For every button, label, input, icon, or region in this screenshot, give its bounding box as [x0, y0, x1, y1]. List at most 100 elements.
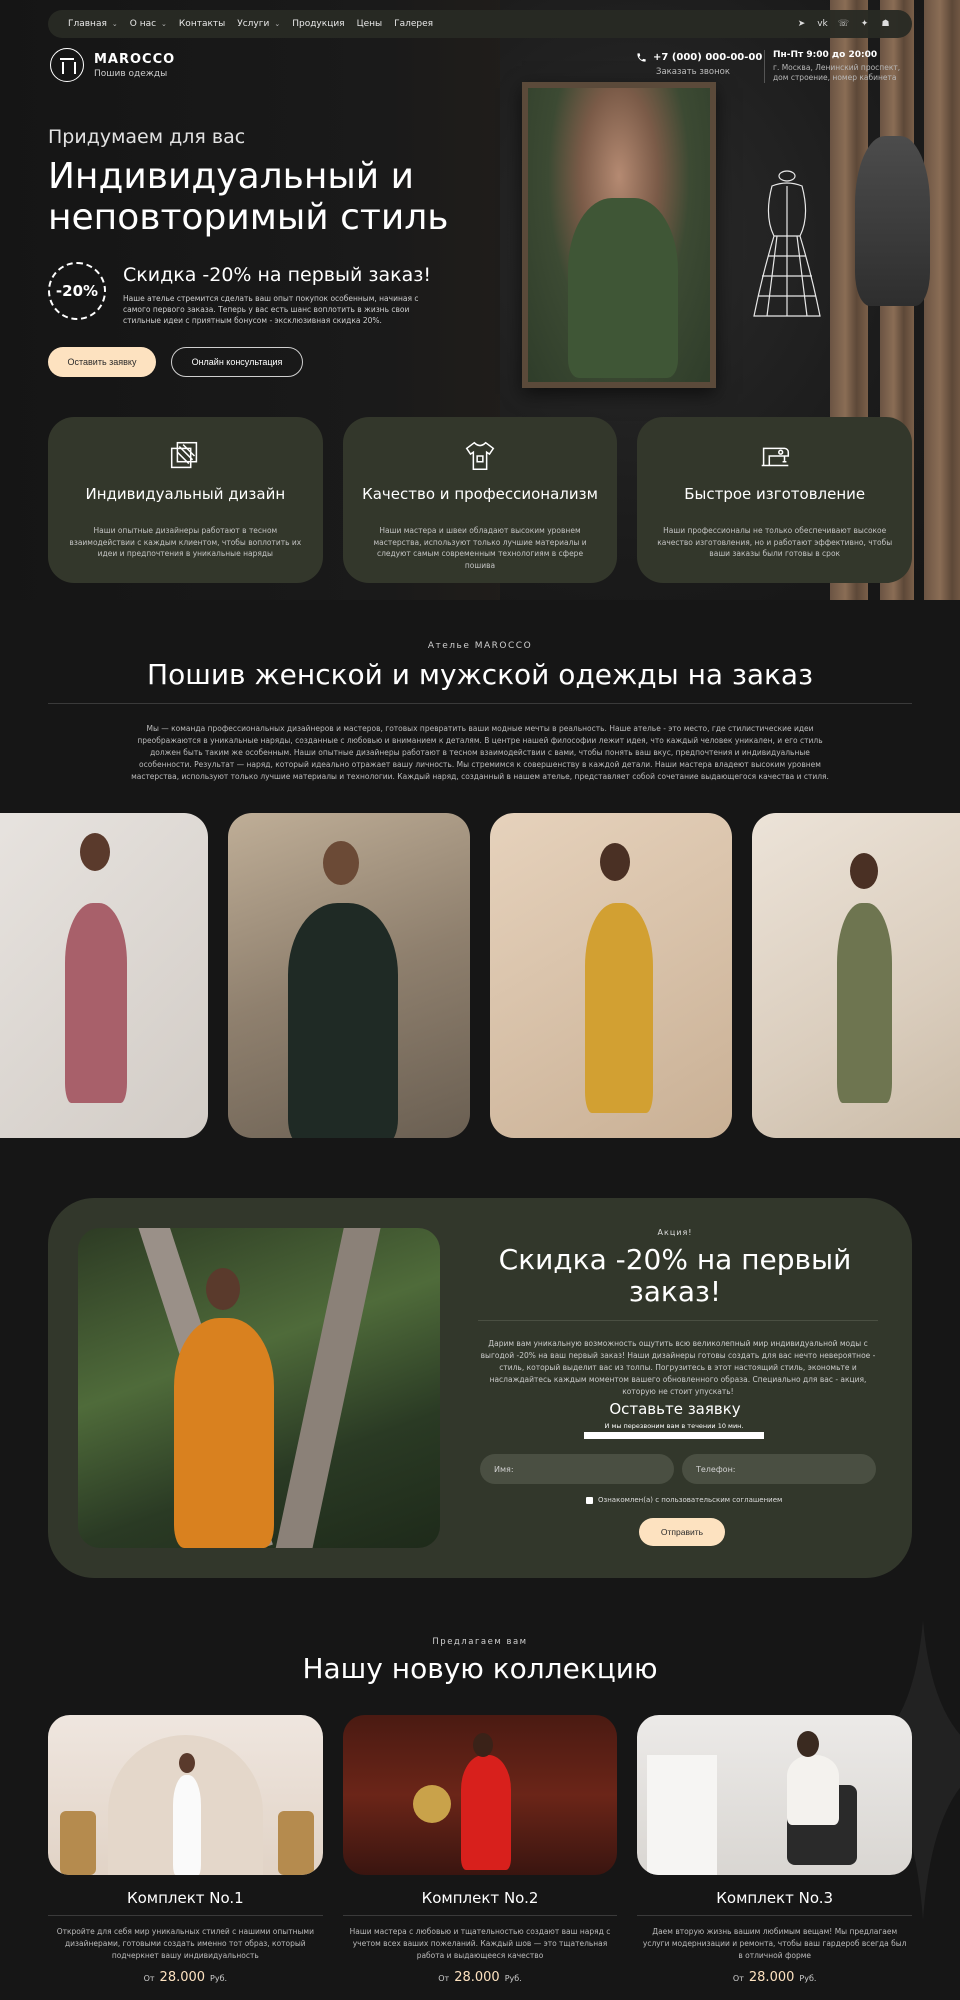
gallery-image[interactable] — [752, 813, 960, 1138]
nav-item-label: Цены — [356, 19, 383, 29]
checkbox-box[interactable] — [586, 1496, 593, 1504]
product-price: От 28.000 Руб. — [637, 1970, 912, 1985]
promo-text: Дарим вам уникальную возможность ощутить… — [480, 1339, 876, 1396]
nav-item-label: Главная — [68, 19, 107, 29]
main-nav: Главная ⌄ О нас ⌄ Контакты Услуги ⌄ Продукция Це… — [68, 19, 433, 29]
logo[interactable]: MAROCCO Пошив одежды — [50, 48, 175, 82]
callback-link[interactable]: Заказать звонок — [656, 67, 762, 77]
nav-item[interactable]: Контакты — [179, 19, 225, 29]
about-title: Пошив женской и мужской одежды на заказ — [147, 658, 813, 691]
whatsapp-icon[interactable]: ☏ — [837, 18, 850, 31]
feature-title: Быстрое изготовление — [684, 485, 866, 503]
collection-pretitle: Предлагаем вам — [432, 1637, 528, 1647]
gallery-image[interactable] — [490, 813, 732, 1138]
about-pretitle: Ателье MAROCCO — [427, 641, 533, 651]
price-value: 28.000 — [159, 1970, 206, 1985]
telegram-icon[interactable]: ➤ — [795, 18, 808, 31]
leave-request-button[interactable]: Оставить заявку — [48, 347, 156, 377]
product-image[interactable] — [48, 1715, 323, 1875]
gallery — [0, 813, 960, 1138]
working-hours: Пн-Пт 9:00 до 20:00 — [773, 50, 878, 60]
phone-link[interactable]: +7 (000) 000-00-00 — [636, 52, 762, 63]
hero-framed-photo — [522, 82, 716, 388]
price-prefix: От — [438, 1974, 450, 1983]
about-text: Мы — команда профессиональных дизайнеров… — [131, 724, 829, 781]
hero-pretitle: Придумаем для вас — [48, 126, 246, 148]
nav-item[interactable]: О нас ⌄ — [130, 19, 167, 29]
price-currency: Руб. — [799, 1974, 817, 1983]
online-consultation-button[interactable]: Онлайн консультация — [171, 347, 303, 377]
product-card[interactable]: Комплект No.2 Наши мастера с любовью и т… — [342, 1715, 618, 1985]
form-title: Оставьте заявку — [609, 1400, 741, 1418]
feature-text: Наши мастера и швеи обладают высоким уро… — [373, 526, 587, 570]
nav-item[interactable]: Галерея — [394, 19, 433, 29]
promo-section: Акция! Скидка -20% на первый заказ! Дари… — [48, 1198, 912, 1578]
logo-mark-icon — [50, 48, 84, 82]
divider — [478, 1320, 878, 1321]
address: г. Москва, Ленинский проспект, дом строе… — [773, 63, 901, 82]
price-prefix: От — [143, 1974, 155, 1983]
collection-title: Нашу новую коллекцию — [302, 1652, 658, 1685]
promo-label: Акция! — [657, 1228, 693, 1237]
phone-icon — [637, 53, 646, 62]
product-price: От 28.000 Руб. — [48, 1970, 323, 1985]
name-input[interactable] — [480, 1454, 674, 1484]
feature-card: Быстрое изготовление Наши профессионалы … — [637, 417, 913, 583]
chevron-down-icon: ⌄ — [274, 20, 281, 28]
feature-title: Качество и профессионализм — [362, 485, 598, 503]
wire-mannequin-image — [753, 170, 821, 317]
product-text: Даем вторую жизнь вашим любимым вещам! М… — [642, 1927, 907, 1960]
nav-item[interactable]: Цены — [357, 19, 383, 29]
hero-promo-title: Скидка -20% на первый заказ! — [123, 264, 431, 286]
feature-title: Индивидуальный дизайн — [85, 485, 286, 503]
feature-card: Качество и профессионализм Наши мастера … — [342, 417, 618, 583]
top-navigation-bar: Главная ⌄ О нас ⌄ Контакты Услуги ⌄ Продукция Це… — [48, 10, 912, 38]
nav-item-label: Контакты — [178, 19, 226, 29]
product-image[interactable] — [637, 1715, 913, 1875]
promo-title: Скидка -20% на первый заказ! — [498, 1243, 852, 1309]
twitter-icon[interactable]: ✦ — [858, 18, 871, 31]
product-text: Наши мастера с любовью и тщательностью с… — [349, 1927, 611, 1960]
sewing-machine-icon — [761, 447, 789, 467]
divider — [48, 703, 912, 704]
product-image[interactable] — [342, 1715, 618, 1875]
snapchat-icon[interactable]: ☗ — [879, 18, 892, 31]
brand-tagline: Пошив одежды — [94, 68, 168, 79]
agreement-checkbox[interactable]: Ознакомлен(а) с пользовательским соглаше… — [586, 1496, 782, 1504]
discount-badge: -20% — [48, 262, 106, 320]
submit-button[interactable]: Отправить — [639, 1518, 725, 1546]
social-links: ➤ vk ☏ ✦ ☗ — [795, 18, 892, 31]
product-card[interactable]: Комплект No.3 Даем вторую жизнь вашим лю… — [637, 1715, 913, 1985]
phone-number: +7 (000) 000-00-00 — [653, 52, 763, 63]
product-card[interactable]: Комплект No.1 Откройте для себя мир уник… — [48, 1715, 323, 1985]
vk-icon[interactable]: vk — [816, 18, 829, 31]
gallery-image[interactable] — [228, 813, 470, 1138]
hero-promo-text: Наше ателье стремится сделать ваш опыт п… — [123, 294, 419, 325]
nav-item-label: Продукция — [292, 19, 345, 29]
product-name: Комплект No.2 — [421, 1889, 539, 1907]
price-value: 28.000 — [748, 1970, 795, 1985]
gallery-image[interactable] — [0, 813, 208, 1138]
product-name: Комплект No.3 — [716, 1889, 834, 1907]
chevron-down-icon: ⌄ — [111, 20, 118, 28]
nav-item[interactable]: Продукция — [292, 19, 344, 29]
phone-input[interactable] — [682, 1454, 876, 1484]
price-currency: Руб. — [504, 1974, 522, 1983]
divider — [637, 1915, 913, 1916]
features-section: Индивидуальный дизайн Наши опытные дизай… — [48, 417, 913, 583]
contact-block: +7 (000) 000-00-00 Заказать звонок — [636, 52, 762, 77]
agreement-label: Ознакомлен(а) с пользовательским соглаше… — [598, 1496, 783, 1504]
chevron-down-icon: ⌄ — [161, 20, 167, 28]
product-price: От 28.000 Руб. — [343, 1970, 618, 1985]
price-prefix: От — [732, 1974, 744, 1983]
nav-item[interactable]: Главная ⌄ — [68, 19, 118, 29]
fabric-icon — [171, 441, 198, 469]
wood-panel — [924, 0, 960, 600]
price-currency: Руб. — [210, 1974, 228, 1983]
hero-title: Индивидуальный и неповторимый стиль — [48, 156, 449, 239]
shirt-icon — [465, 441, 495, 471]
promo-image — [78, 1228, 440, 1548]
price-value: 28.000 — [454, 1970, 500, 1985]
form-highlight-bar — [584, 1432, 764, 1439]
nav-item[interactable]: Услуги ⌄ — [237, 19, 280, 29]
